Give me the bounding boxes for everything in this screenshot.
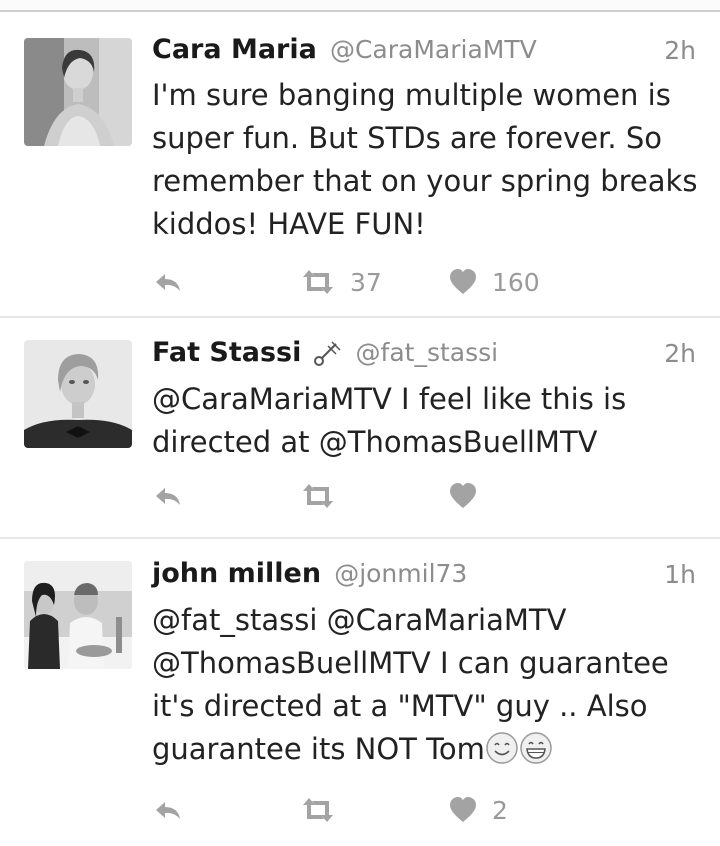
sparkler-icon (314, 340, 341, 366)
tweet-text: I'm sure banging multiple women is super… (152, 78, 698, 241)
tweet-timestamp: 2h (664, 36, 696, 65)
like-button[interactable] (448, 476, 492, 516)
heart-icon (450, 483, 476, 508)
avatar[interactable] (24, 38, 132, 146)
heart-icon (450, 269, 476, 294)
avatar-image (24, 340, 132, 448)
avatar[interactable] (24, 340, 132, 448)
retweet-icon (303, 484, 333, 508)
tweet-timestamp: 1h (664, 560, 696, 589)
retweet-button[interactable] (300, 790, 350, 830)
tweet[interactable]: john millen @jonmil73 1h @fat_stassi @Ca… (0, 539, 720, 846)
tweet-actions: 2 (152, 790, 672, 830)
tweet-actions (152, 476, 672, 516)
author-name[interactable]: john millen (152, 558, 321, 589)
author-handle[interactable]: @CaraMariaMTV (330, 35, 537, 64)
tweet-text: @CaraMariaMTV I feel like this is direct… (152, 382, 627, 459)
grinning-face-icon (520, 732, 552, 764)
avatar-image (24, 38, 132, 146)
author-name[interactable]: Cara Maria (152, 34, 317, 65)
reply-button[interactable] (152, 262, 184, 302)
retweet-icon (303, 270, 333, 294)
tweet-header: Cara Maria @CaraMariaMTV 2h (152, 34, 696, 74)
smiling-face-icon (486, 732, 518, 764)
retweet-button[interactable]: 37 (300, 262, 382, 302)
like-button[interactable]: 160 (448, 262, 540, 302)
author-handle[interactable]: @jonmil73 (334, 559, 467, 588)
tweet-header: john millen @jonmil73 1h (152, 558, 696, 598)
tweet-actions: 37 160 (152, 262, 672, 302)
tweet-timestamp: 2h (664, 339, 696, 368)
author-handle[interactable]: @fat_stassi (356, 338, 499, 367)
reply-icon (156, 274, 180, 291)
like-button[interactable]: 2 (448, 790, 508, 830)
retweet-count: 37 (350, 267, 382, 297)
author-name[interactable]: Fat Stassi (152, 337, 301, 368)
retweet-button[interactable] (300, 476, 350, 516)
reply-button[interactable] (152, 476, 184, 516)
reply-icon (156, 802, 180, 819)
reply-icon (156, 488, 180, 505)
avatar[interactable] (24, 561, 132, 669)
heart-icon (450, 797, 476, 822)
tweet-text-content: @fat_stassi @CaraMariaMTV @ThomasBuellMT… (152, 603, 669, 766)
retweet-icon (303, 798, 333, 822)
tweet-header: Fat Stassi @fat_stassi 2h (152, 337, 696, 377)
tweet-text: @fat_stassi @CaraMariaMTV @ThomasBuellMT… (152, 599, 700, 771)
avatar-image (24, 561, 132, 669)
reply-button[interactable] (152, 790, 184, 830)
tweet[interactable]: Fat Stassi @fat_stassi 2h @CaraMariaMTV … (0, 318, 720, 539)
like-count: 160 (492, 267, 540, 297)
tweet-timeline: Cara Maria @CaraMariaMTV 2h I'm sure ban… (0, 12, 720, 846)
like-count: 2 (492, 795, 508, 825)
tweet[interactable]: Cara Maria @CaraMariaMTV 2h I'm sure ban… (0, 12, 720, 318)
top-divider (0, 0, 720, 12)
